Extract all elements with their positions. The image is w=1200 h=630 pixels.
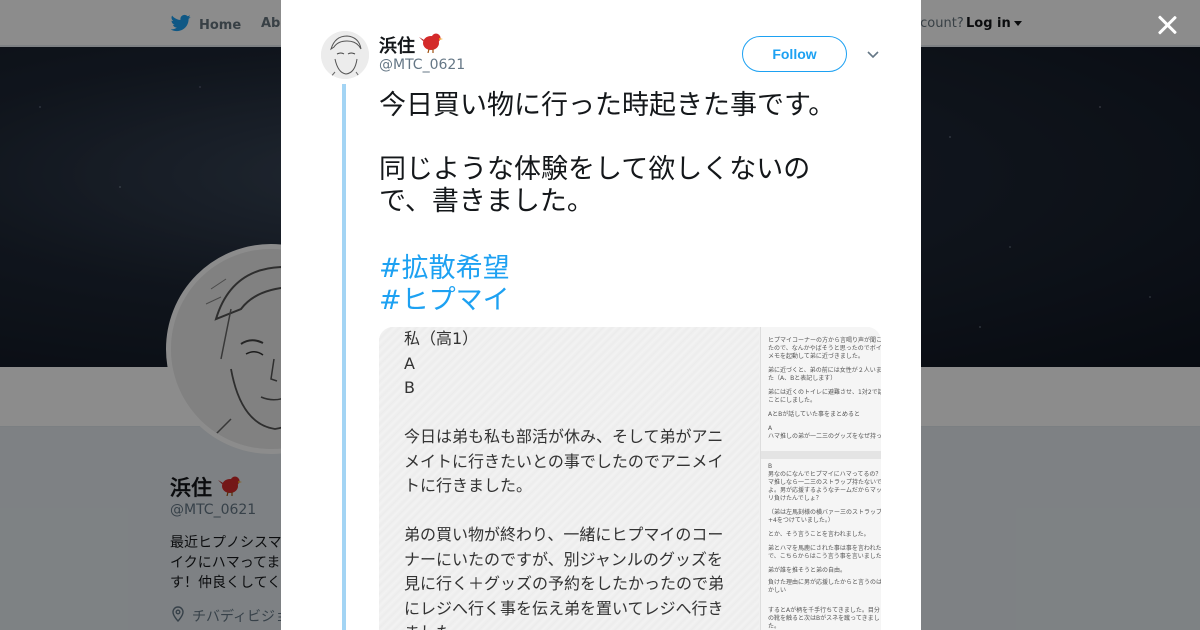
media-small-line: 弟には近くのトイレに避難させ、1対2で話す <box>768 389 881 396</box>
media-small-line: 男なのになんでヒプマイにハマってるの？ハ <box>768 471 881 478</box>
media-small-line: （弟は左馬刻様の横バァー三のストラップ <box>768 509 881 516</box>
media-divider <box>761 451 881 459</box>
media-small-line: の靴を触ると次はBがスネを蹴ってきまし <box>768 615 880 622</box>
media-text-line: 今日は弟も私も部活が休み、そして弟がアニ <box>404 427 724 446</box>
tweet-media-image[interactable]: 私（高1） A B 今日は弟も私も部活が休み、そして弟がアニ メイトに行きたいと… <box>379 327 881 630</box>
media-small-line: とか、そう言うことを言われました。 <box>768 531 870 538</box>
hashtag-link[interactable]: #拡散希望 <box>379 253 510 285</box>
media-small-line: ことにしました。 <box>768 397 817 404</box>
media-small-line: 負けた理由に男が応援したからと言うのはお <box>768 579 881 586</box>
tweet-text-line: 同じような体験をして欲しくないので、書きました。 <box>379 154 811 217</box>
media-small-line: メモを起動して弟に近づきました。 <box>768 353 864 360</box>
thread-connector-line <box>342 84 346 630</box>
media-small-line: 弟とハマを馬鹿にされた事は事を言われたの <box>768 545 881 552</box>
media-small-line: で、こちらからはこう言う事を言いました。 <box>768 553 881 560</box>
media-text-line: ました。 <box>404 621 468 630</box>
hashtag-link[interactable]: #ヒプマイ <box>379 285 510 317</box>
tweet-author-handle[interactable]: @MTC_0621 <box>379 57 465 73</box>
media-text-line: 見に行く＋グッズの予約をしたかったので弟 <box>404 574 725 593</box>
media-small-line: 弟が誰を推そうと弟の自由。 <box>768 567 847 574</box>
tweet-text-line: 今日買い物に行った時起きた事です。 <box>379 90 836 121</box>
tweet-author-avatar[interactable] <box>321 31 369 79</box>
tweet-modal: 浜住 @MTC_0621 Follow 今日買い物に行った時起きた事です。 同じ… <box>281 0 921 630</box>
media-small-line: AとBが話していた事をまとめると <box>768 411 861 418</box>
media-small-line: た。 <box>768 623 781 630</box>
media-small-line: するとAが柄を千手行ちてきました。目分 <box>768 607 880 614</box>
media-small-line: ハマ推しの弟が一二三のグッズをなぜ持って <box>768 433 881 440</box>
media-text-line: 私（高1） <box>404 329 479 348</box>
media-small-line: リ負けたんでしょ？ <box>768 495 822 502</box>
media-small-line: ヒプマイコーナーの方から言喝り声が聞こえ <box>768 337 881 344</box>
media-small-line: た（A、Bと表記します） <box>768 375 837 382</box>
red-bird-icon <box>419 31 443 58</box>
media-text-line: トに行きました。 <box>404 476 533 495</box>
media-small-line: よ。男が応援するようなチームだからマット <box>768 487 881 494</box>
media-text-line: メイトに行きたいとの事でしたのでアニメイ <box>404 451 724 471</box>
tweet-text: 今日買い物に行った時起きた事です。 同じような体験をして欲しくないので、書きまし… <box>379 90 849 250</box>
tweet-author-name[interactable]: 浜住 <box>379 31 443 58</box>
follow-button[interactable]: Follow <box>742 36 847 72</box>
media-left-panel: 私（高1） A B 今日は弟も私も部活が休み、そして弟がアニ メイトに行きたいと… <box>379 327 759 630</box>
media-small-line: A <box>768 425 773 432</box>
close-icon[interactable] <box>1154 12 1180 38</box>
media-small-line: たので、なんかやばそうと思ったのでボイス <box>768 345 881 352</box>
chevron-down-icon[interactable] <box>865 46 881 62</box>
media-small-line: 弟に近づくと、弟の前には女性が２人いまし <box>768 367 881 374</box>
media-small-line: +4をつけていました。） <box>768 517 834 524</box>
media-small-line: マ推しなら一二三のストラップ持たないで <box>768 479 881 486</box>
media-small-line: かしい <box>768 587 787 594</box>
media-small-line: B <box>768 463 773 470</box>
media-text-line: A <box>404 353 415 373</box>
media-text-line: ナーにいたのですが、別ジャンルのグッズを <box>404 549 723 569</box>
media-text-line: にレジへ行く事を伝え弟を置いてレジへ行き <box>404 598 724 618</box>
media-text-line: B <box>404 378 415 397</box>
tweet-author-name-text: 浜住 <box>379 35 415 57</box>
media-right-panel: ヒプマイコーナーの方から言喝り声が聞こえ たので、なんかやばそうと思ったのでボイ… <box>760 327 881 630</box>
media-text-line: 弟の買い物が終わり、一緒にヒプマイのコー <box>404 525 724 544</box>
